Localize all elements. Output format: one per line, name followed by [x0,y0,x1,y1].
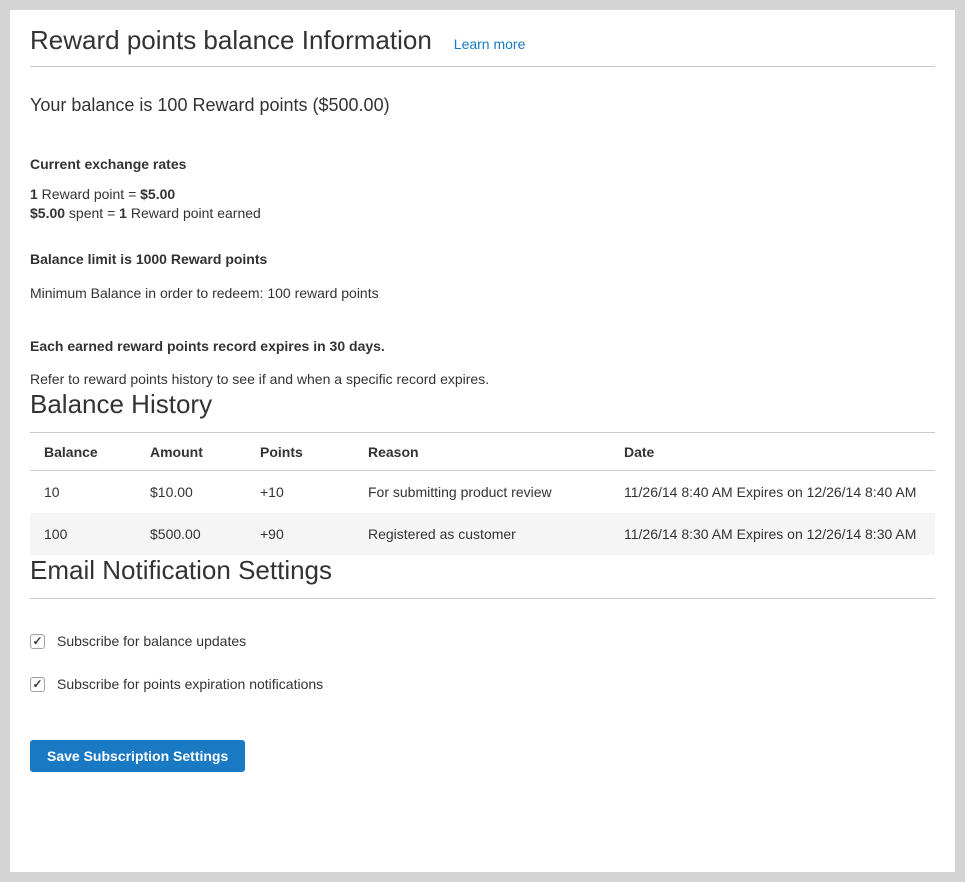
subscribe-balance-updates-checkbox[interactable]: ✓ [30,634,45,649]
cell-date: 11/26/14 8:30 AM Expires on 12/26/14 8:3… [610,513,935,555]
cell-date: 11/26/14 8:40 AM Expires on 12/26/14 8:4… [610,471,935,514]
checkmark-icon: ✓ [32,678,42,690]
cell-amount: $500.00 [136,513,246,555]
column-header-balance: Balance [30,433,136,471]
exchange-rate-line-1: 1 Reward point = $5.00 [30,185,935,204]
minimum-balance-note: Minimum Balance in order to redeem: 100 … [30,284,935,303]
learn-more-link[interactable]: Learn more [454,36,526,52]
balance-history-table: Balance Amount Points Reason Date 10 $10… [30,433,935,555]
rate2-text: spent = [65,205,119,221]
exchange-rates-lines: 1 Reward point = $5.00 $5.00 spent = 1 R… [30,185,935,223]
table-row: 10 $10.00 +10 For submitting product rev… [30,471,935,514]
cell-balance: 10 [30,471,136,514]
balance-summary: Your balance is 100 Reward points ($500.… [30,94,935,116]
balance-limit-heading: Balance limit is 1000 Reward points [30,250,935,269]
subscribe-points-expiration-row: ✓ Subscribe for points expiration notifi… [30,676,935,692]
rate2-amount: $5.00 [30,205,65,221]
cell-reason: Registered as customer [354,513,610,555]
screen-background: Reward points balance Information Learn … [0,0,965,882]
cell-points: +10 [246,471,354,514]
expiration-heading: Each earned reward points record expires… [30,337,935,356]
balance-history-heading: Balance History [30,389,935,433]
subscribe-points-expiration-label: Subscribe for points expiration notifica… [57,676,323,692]
column-header-points: Points [246,433,354,471]
cell-balance: 100 [30,513,136,555]
column-header-reason: Reason [354,433,610,471]
email-notification-settings-heading: Email Notification Settings [30,555,935,599]
rate1-text: Reward point = [38,186,140,202]
table-header-row: Balance Amount Points Reason Date [30,433,935,471]
exchange-rate-line-2: $5.00 spent = 1 Reward point earned [30,204,935,223]
reward-points-panel: Reward points balance Information Learn … [10,10,955,872]
column-header-date: Date [610,433,935,471]
rate1-amount: $5.00 [140,186,175,202]
table-row: 100 $500.00 +90 Registered as customer 1… [30,513,935,555]
column-header-amount: Amount [136,433,246,471]
subscribe-balance-updates-label: Subscribe for balance updates [57,633,246,649]
subscribe-points-expiration-checkbox[interactable]: ✓ [30,677,45,692]
page-title-row: Reward points balance Information Learn … [30,10,935,67]
subscribe-balance-updates-row: ✓ Subscribe for balance updates [30,633,935,649]
rate2-points: 1 [119,205,127,221]
rate1-points: 1 [30,186,38,202]
rate2-tail: Reward point earned [127,205,261,221]
cell-amount: $10.00 [136,471,246,514]
exchange-rates-heading: Current exchange rates [30,155,935,174]
cell-reason: For submitting product review [354,471,610,514]
cell-points: +90 [246,513,354,555]
checkmark-icon: ✓ [32,635,42,647]
save-subscription-settings-button[interactable]: Save Subscription Settings [30,740,245,772]
page-title: Reward points balance Information [30,25,432,55]
expiration-note: Refer to reward points history to see if… [30,370,935,389]
